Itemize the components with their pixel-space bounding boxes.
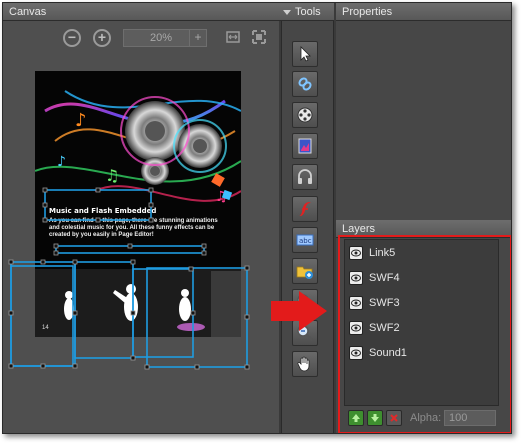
link-tool-button[interactable] bbox=[292, 71, 318, 97]
page-heading: Music and Flash Embedded bbox=[49, 207, 157, 215]
zoom-level-field[interactable]: 20% bbox=[123, 29, 199, 47]
layers-title: Layers bbox=[342, 223, 376, 235]
eye-icon[interactable] bbox=[349, 321, 363, 335]
zoom-toolbar: − + 20% + bbox=[59, 27, 275, 49]
svg-text:♪: ♪ bbox=[75, 110, 87, 131]
picture-icon bbox=[298, 138, 312, 154]
layer-item[interactable]: Sound1 bbox=[349, 344, 489, 362]
canvas-panel-header: Canvas bbox=[3, 3, 279, 21]
svg-text:♪: ♪ bbox=[57, 154, 66, 170]
canvas-area[interactable]: − + 20% + ♪ ♫ ♪ ♫ Music and Flash Embedd… bbox=[3, 21, 279, 433]
arrow-down-icon bbox=[371, 414, 379, 422]
properties-panel bbox=[336, 21, 511, 220]
delete-layer-button[interactable] bbox=[386, 410, 402, 426]
sound-tool-button[interactable] bbox=[292, 164, 318, 190]
layer-label: SWF4 bbox=[369, 272, 400, 284]
fit-page-icon[interactable] bbox=[251, 29, 267, 45]
film-reel-icon bbox=[297, 107, 313, 123]
layer-item[interactable]: SWF3 bbox=[349, 294, 489, 312]
arrow-up-icon bbox=[352, 414, 360, 422]
layer-item[interactable]: SWF2 bbox=[349, 319, 489, 337]
page-number: 14 bbox=[42, 325, 49, 331]
headphones-icon bbox=[298, 169, 312, 184]
layer-item[interactable]: Link5 bbox=[349, 244, 489, 262]
layer-label: SWF3 bbox=[369, 297, 400, 309]
hand-icon bbox=[297, 356, 310, 372]
collapse-triangle-icon[interactable] bbox=[283, 9, 291, 15]
eye-icon[interactable] bbox=[349, 271, 363, 285]
page-editor-window: Canvas − + 20% + ♪ ♫ ♪ ♫ Music and Flash… bbox=[2, 2, 512, 434]
layer-label: Sound1 bbox=[369, 347, 407, 359]
eye-icon[interactable] bbox=[349, 246, 363, 260]
svg-text:abc: abc bbox=[299, 237, 312, 245]
music-artwork: ♪ ♫ ♪ ♫ bbox=[35, 71, 241, 337]
zoom-out-button[interactable]: − bbox=[63, 29, 81, 47]
svg-text:♫: ♫ bbox=[105, 166, 119, 185]
zoom-dropdown-button[interactable]: + bbox=[189, 29, 207, 47]
folder-add-icon bbox=[296, 266, 313, 279]
layers-list: Link5 SWF4 SWF3 SWF2 Sound1 bbox=[344, 239, 499, 406]
tools-title: Tools bbox=[295, 6, 321, 18]
layer-label: SWF2 bbox=[369, 322, 400, 334]
alpha-label: Alpha: bbox=[410, 412, 442, 424]
image-tool-button[interactable] bbox=[292, 133, 318, 159]
canvas-title: Canvas bbox=[9, 6, 47, 18]
layer-item[interactable]: SWF4 bbox=[349, 269, 489, 287]
add-image-tool-button[interactable] bbox=[292, 258, 318, 284]
text-tool-button[interactable]: abc bbox=[292, 227, 318, 253]
pointer-arrow-callout-icon bbox=[271, 291, 327, 331]
zoom-in-button[interactable]: + bbox=[93, 29, 111, 47]
chain-link-icon bbox=[298, 77, 312, 91]
properties-title: Properties bbox=[342, 6, 393, 18]
close-icon bbox=[390, 414, 398, 422]
properties-panel-header: Properties bbox=[336, 3, 511, 21]
pointer-arrow-icon bbox=[300, 46, 311, 62]
eye-icon[interactable] bbox=[349, 346, 363, 360]
layers-footer: Alpha: 100 bbox=[344, 407, 499, 429]
move-layer-up-button[interactable] bbox=[348, 410, 364, 426]
text-box-icon: abc bbox=[296, 234, 314, 246]
move-layer-down-button[interactable] bbox=[367, 410, 383, 426]
eye-icon[interactable] bbox=[349, 296, 363, 310]
select-tool-button[interactable] bbox=[292, 41, 318, 67]
layer-label: Link5 bbox=[369, 247, 396, 259]
fit-width-icon[interactable] bbox=[225, 29, 241, 45]
alpha-input[interactable]: 100 bbox=[444, 410, 496, 426]
video-tool-button[interactable] bbox=[292, 102, 318, 128]
page-body-text: As you can find in this page, there are … bbox=[49, 218, 218, 238]
tools-palette: abc bbox=[281, 21, 334, 433]
flipbook-page[interactable]: ♪ ♫ ♪ ♫ Music and Flash Embedded As you … bbox=[35, 71, 241, 337]
tools-panel-header: Tools bbox=[279, 3, 334, 21]
layers-panel-header: Layers bbox=[336, 220, 511, 238]
hand-tool-button[interactable] bbox=[292, 351, 318, 377]
flash-icon bbox=[299, 202, 311, 216]
flash-tool-button[interactable] bbox=[292, 196, 318, 222]
